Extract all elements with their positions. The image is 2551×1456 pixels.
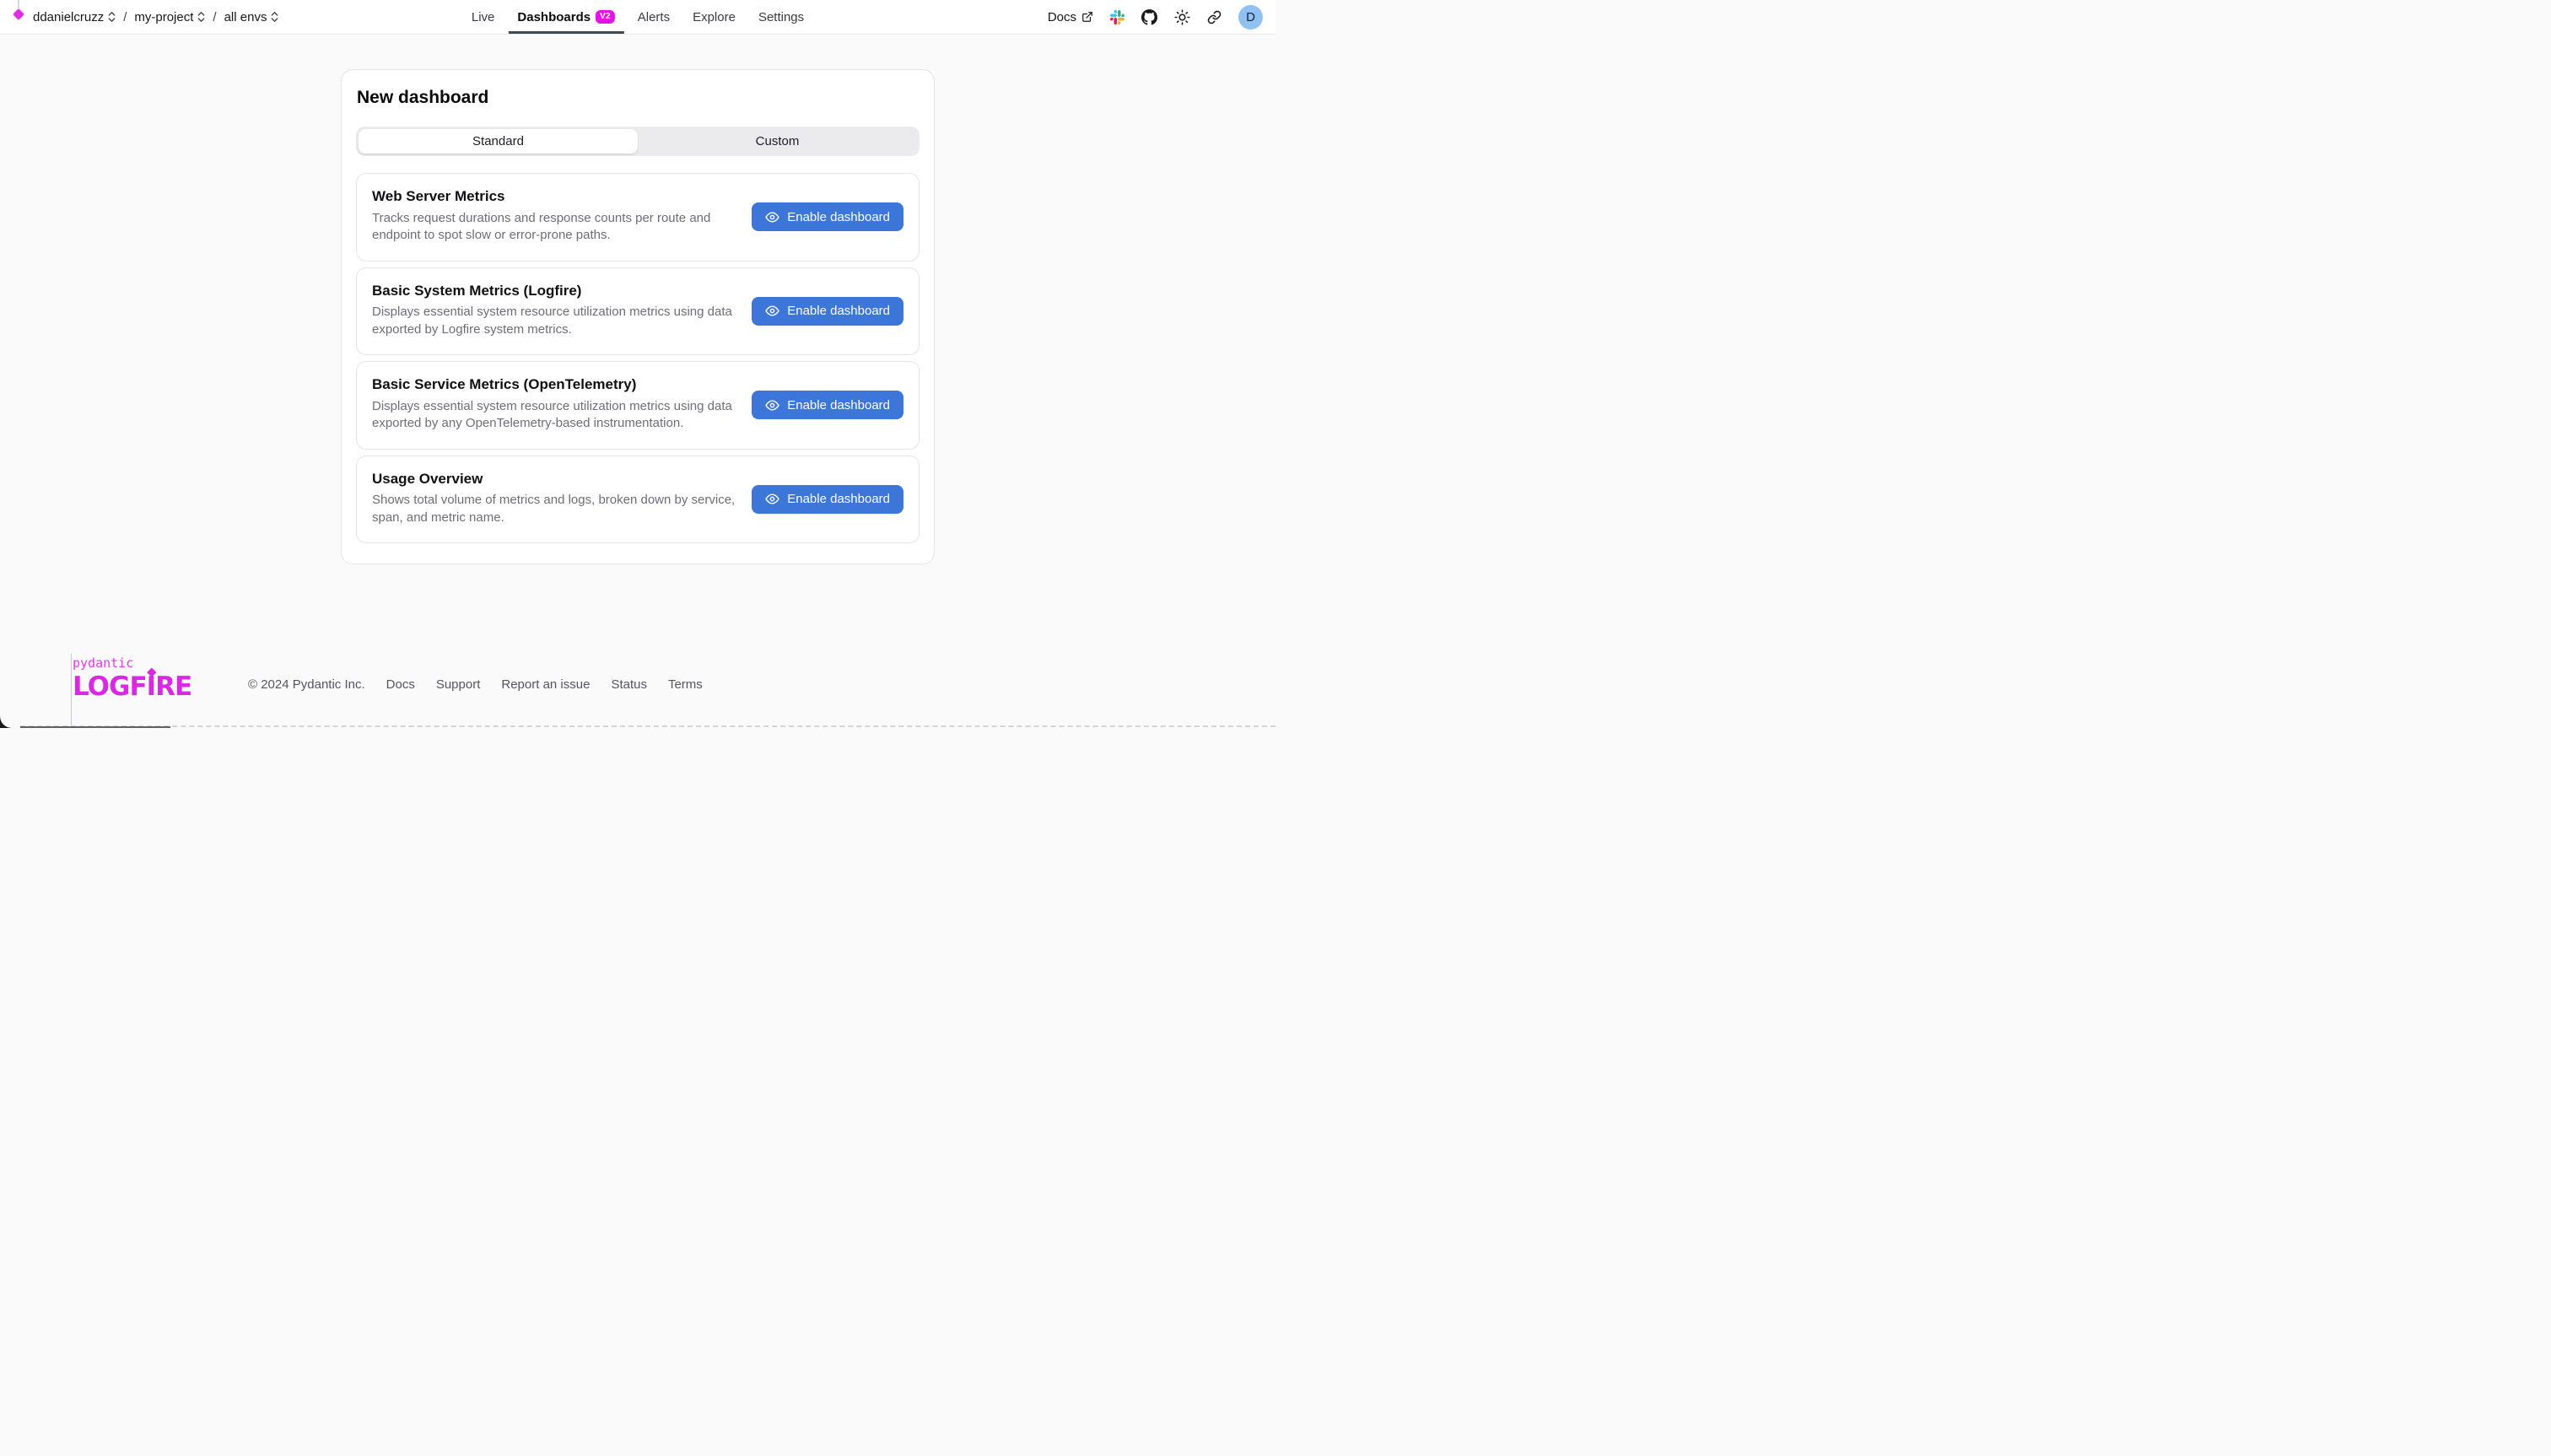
primary-nav: Live Dashboards V2 Alerts Explore Settin… [472, 0, 804, 34]
docs-label: Docs [1048, 10, 1076, 24]
enable-dashboard-button[interactable]: Enable dashboard [752, 391, 903, 419]
breadcrumb-separator: / [123, 10, 127, 24]
template-card-web-server-metrics: Web Server Metrics Tracks request durati… [356, 173, 920, 262]
enable-dashboard-label: Enable dashboard [787, 492, 890, 506]
nav-dashboards[interactable]: Dashboards V2 [517, 0, 614, 34]
project-switcher[interactable]: my-project [134, 10, 205, 24]
eye-icon [765, 398, 779, 413]
logfire-home-logo[interactable] [12, 0, 24, 35]
footer-links: © 2024 Pydantic Inc. Docs Support Report… [248, 677, 703, 692]
nav-explore[interactable]: Explore [693, 0, 736, 34]
footer-link-terms[interactable]: Terms [668, 677, 703, 692]
main-content: New dashboard Standard Custom Web Server… [0, 69, 1276, 564]
unfold-more-icon [108, 11, 116, 23]
logfire-footer-logo[interactable]: pydantic LOGFIRE [73, 657, 191, 700]
template-card-usage-overview: Usage Overview Shows total volume of met… [356, 456, 920, 544]
tab-custom[interactable]: Custom [638, 129, 917, 154]
enable-dashboard-button[interactable]: Enable dashboard [752, 202, 903, 231]
pydantic-wordmark: pydantic [73, 657, 191, 670]
template-description: Shows total volume of metrics and logs, … [372, 492, 764, 526]
eye-icon [765, 304, 779, 318]
footer-link-report-issue[interactable]: Report an issue [501, 677, 590, 692]
template-card-basic-system-metrics: Basic System Metrics (Logfire) Displays … [356, 267, 920, 356]
logfire-wordmark-part: LOGF [73, 674, 147, 700]
nav-alerts[interactable]: Alerts [638, 0, 670, 34]
environment-switcher[interactable]: all envs [224, 10, 279, 24]
v2-badge: V2 [596, 10, 615, 24]
header-actions: Docs D [1048, 5, 1263, 30]
template-card-basic-service-metrics: Basic Service Metrics (OpenTelemetry) Di… [356, 361, 920, 450]
enable-dashboard-label: Enable dashboard [787, 398, 890, 413]
new-dashboard-card: New dashboard Standard Custom Web Server… [341, 69, 935, 564]
copyright-text: © 2024 Pydantic Inc. [248, 677, 365, 692]
tab-standard[interactable]: Standard [359, 129, 638, 154]
template-description: Displays essential system resource utili… [372, 304, 764, 338]
theme-toggle[interactable] [1174, 9, 1190, 25]
template-description: Tracks request durations and response co… [372, 210, 764, 245]
user-avatar[interactable]: D [1238, 5, 1263, 30]
org-name: ddanielcruzz [33, 10, 104, 24]
logfire-wordmark: LOGFIRE [73, 674, 191, 700]
eye-icon [765, 492, 779, 506]
footer-link-support[interactable]: Support [436, 677, 481, 692]
org-switcher[interactable]: ddanielcruzz [33, 10, 116, 24]
window-bottom-edge-dark [19, 726, 170, 729]
breadcrumb: ddanielcruzz / my-project / all envs [12, 0, 278, 35]
nav-settings[interactable]: Settings [758, 0, 804, 34]
top-header: ddanielcruzz / my-project / all envs Liv… [0, 0, 1276, 35]
window-corner [0, 708, 20, 728]
page-title: New dashboard [357, 88, 920, 108]
github-icon [1141, 9, 1157, 25]
enable-dashboard-label: Enable dashboard [787, 304, 890, 318]
footer-left-rule [71, 654, 72, 728]
external-link-icon [1081, 11, 1093, 23]
eye-icon [765, 210, 779, 224]
docs-link[interactable]: Docs [1048, 10, 1093, 24]
footer-link-docs[interactable]: Docs [386, 677, 415, 692]
enable-dashboard-button[interactable]: Enable dashboard [752, 485, 903, 514]
logfire-diamond-icon [12, 8, 24, 19]
dashboard-type-tabs: Standard Custom [356, 127, 920, 156]
footer-link-status[interactable]: Status [611, 677, 647, 692]
logfire-wordmark-i: I [147, 674, 156, 700]
nav-dashboards-label: Dashboards [517, 10, 591, 24]
unfold-more-icon [197, 11, 205, 23]
slack-icon [1110, 10, 1124, 24]
template-description: Displays essential system resource utili… [372, 398, 764, 433]
environment-name: all envs [224, 10, 267, 24]
sun-icon [1174, 9, 1190, 25]
logfire-wordmark-part: RE [155, 674, 191, 700]
breadcrumb-separator: / [213, 10, 216, 24]
enable-dashboard-label: Enable dashboard [787, 210, 890, 224]
window-bottom-edge [20, 725, 1276, 727]
enable-dashboard-button[interactable]: Enable dashboard [752, 297, 903, 326]
slack-link[interactable] [1110, 10, 1124, 24]
github-link[interactable] [1141, 9, 1157, 25]
nav-live[interactable]: Live [472, 0, 495, 34]
link-icon [1207, 10, 1222, 24]
unfold-more-icon [271, 11, 278, 23]
project-name: my-project [134, 10, 193, 24]
copy-link-button[interactable] [1207, 10, 1222, 24]
